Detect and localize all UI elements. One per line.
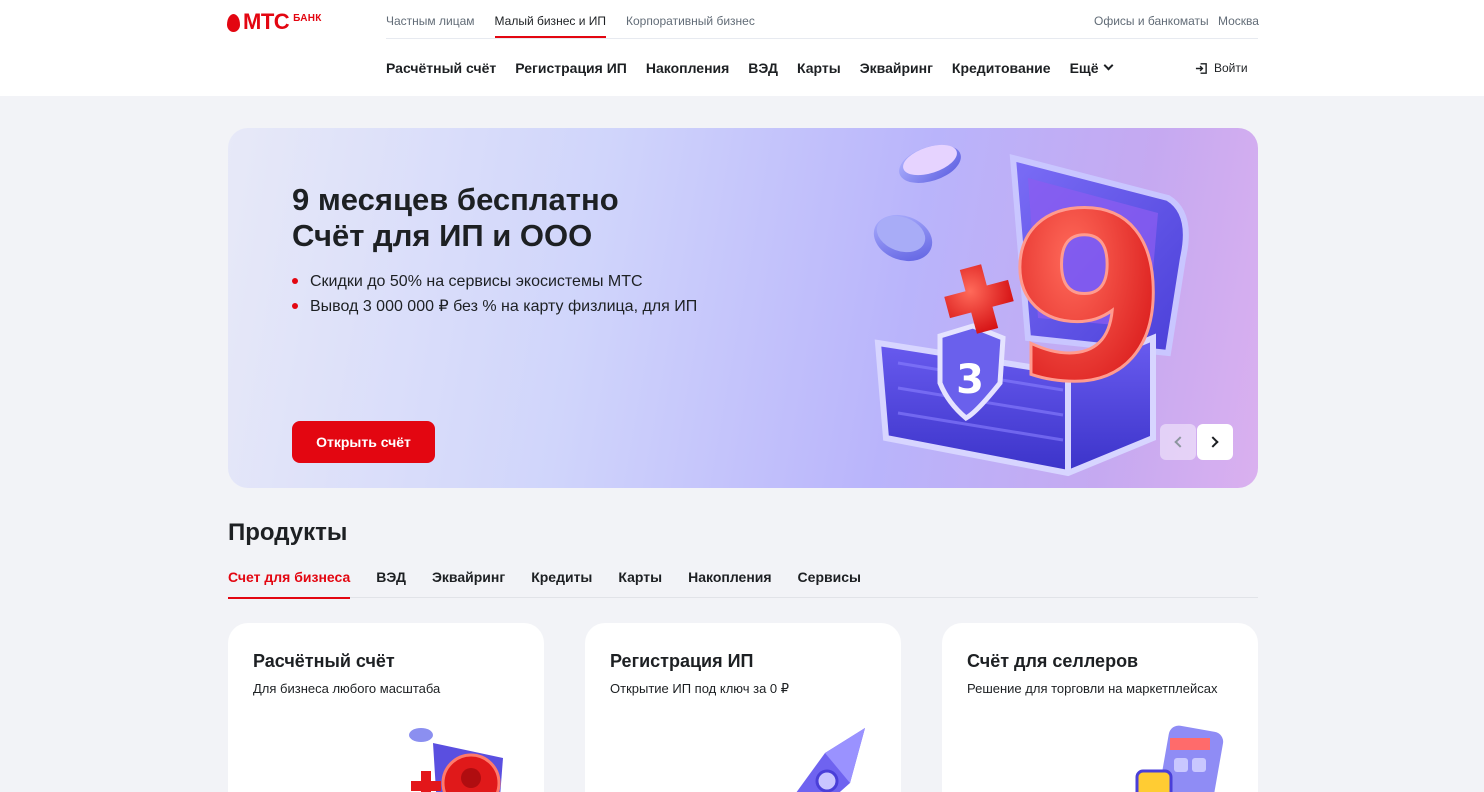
nav-settlement-account[interactable]: Расчётный счёт [386, 60, 496, 76]
tab-services[interactable]: Сервисы [798, 568, 861, 598]
segment-private[interactable]: Частным лицам [386, 0, 475, 38]
product-card-ip-registration[interactable]: Регистрация ИП Открытие ИП под ключ за 0… [585, 623, 901, 792]
treasure-chest-illustration: 3 9 [873, 144, 1189, 477]
nav-more[interactable]: Ещё [1069, 60, 1113, 76]
segment-small-business[interactable]: Малый бизнес и ИП [494, 0, 607, 38]
tab-savings[interactable]: Накопления [688, 568, 771, 598]
mts-egg-icon [227, 14, 240, 32]
tab-credits[interactable]: Кредиты [531, 568, 592, 598]
nav-cards[interactable]: Карты [797, 60, 841, 76]
card-subtitle: Для бизнеса любого масштаба [253, 681, 441, 696]
nav-more-label: Ещё [1069, 60, 1099, 76]
main-nav: Расчётный счёт Регистрация ИП Накопления… [386, 60, 1131, 76]
open-account-button[interactable]: Открыть счёт [292, 421, 435, 463]
chevron-right-icon [1207, 436, 1219, 448]
banner-bullets: Скидки до 50% на сервисы экосистемы МТС … [292, 269, 697, 319]
badge-digit: 3 [956, 357, 984, 403]
big-digit: 9 [1008, 166, 1168, 433]
mts-bank-logo[interactable]: МТС БАНК [227, 11, 322, 33]
banner-title-line2: Счёт для ИП и ООО [292, 218, 593, 253]
banner-next-button[interactable] [1197, 424, 1233, 460]
login-button[interactable]: Войти [1195, 61, 1248, 75]
phone-shop-illustration [1135, 725, 1224, 792]
card-title: Расчётный счёт [253, 651, 395, 671]
chevron-down-icon [1103, 60, 1113, 71]
login-label: Войти [1214, 61, 1248, 75]
header-divider [386, 38, 1258, 39]
promo-banner[interactable]: 9 месяцев бесплатно Счёт для ИП и ООО Ск… [228, 128, 1258, 488]
site-header: МТС БАНК Частным лицам Малый бизнес и ИП… [0, 0, 1484, 96]
mini-chest-illustration [409, 728, 503, 792]
card-subtitle: Решение для торговли на маркетплейсах [967, 681, 1218, 696]
card-title: Счёт для селлеров [967, 651, 1139, 671]
products-heading: Продукты [228, 519, 348, 546]
nav-ved[interactable]: ВЭД [748, 60, 778, 76]
banner-title-line1: 9 месяцев бесплатно [292, 182, 619, 217]
product-cards: Расчётный счёт Для бизнеса любого масшта… [228, 623, 1258, 792]
logo-brand-text: МТС [243, 9, 290, 34]
nav-ip-registration[interactable]: Регистрация ИП [515, 60, 627, 76]
tab-ved[interactable]: ВЭД [376, 568, 406, 598]
tab-business-account[interactable]: Счет для бизнеса [228, 568, 351, 599]
nav-lending[interactable]: Кредитование [952, 60, 1051, 76]
product-card-settlement[interactable]: Расчётный счёт Для бизнеса любого масшта… [228, 623, 544, 792]
card-subtitle: Открытие ИП под ключ за 0 ₽ [610, 681, 790, 696]
banner-prev-button[interactable] [1160, 424, 1196, 460]
banner-bullet: Вывод 3 000 000 ₽ без % на карту физлица… [292, 294, 697, 319]
city-selector[interactable]: Москва [1218, 14, 1259, 28]
offices-link[interactable]: Офисы и банкоматы [1094, 14, 1209, 28]
login-icon [1195, 62, 1207, 74]
nav-savings[interactable]: Накопления [646, 60, 729, 76]
rocket-illustration [796, 728, 865, 792]
banner-title: 9 месяцев бесплатно Счёт для ИП и ООО [292, 182, 619, 254]
tab-cards[interactable]: Карты [618, 568, 662, 598]
tab-acquiring[interactable]: Эквайринг [432, 568, 505, 598]
segment-nav: Частным лицам Малый бизнес и ИП Корпорат… [386, 0, 775, 38]
nav-acquiring[interactable]: Эквайринг [860, 60, 933, 76]
products-tabs: Счет для бизнеса ВЭД Эквайринг Кредиты К… [228, 568, 1258, 599]
banner-bullet: Скидки до 50% на сервисы экосистемы МТС [292, 269, 697, 294]
logo-bank-text: БАНК [293, 13, 322, 24]
card-title: Регистрация ИП [610, 651, 754, 671]
segment-corporate[interactable]: Корпоративный бизнес [626, 0, 755, 38]
chevron-left-icon [1174, 436, 1186, 448]
product-card-sellers[interactable]: Счёт для селлеров Решение для торговли н… [942, 623, 1258, 792]
